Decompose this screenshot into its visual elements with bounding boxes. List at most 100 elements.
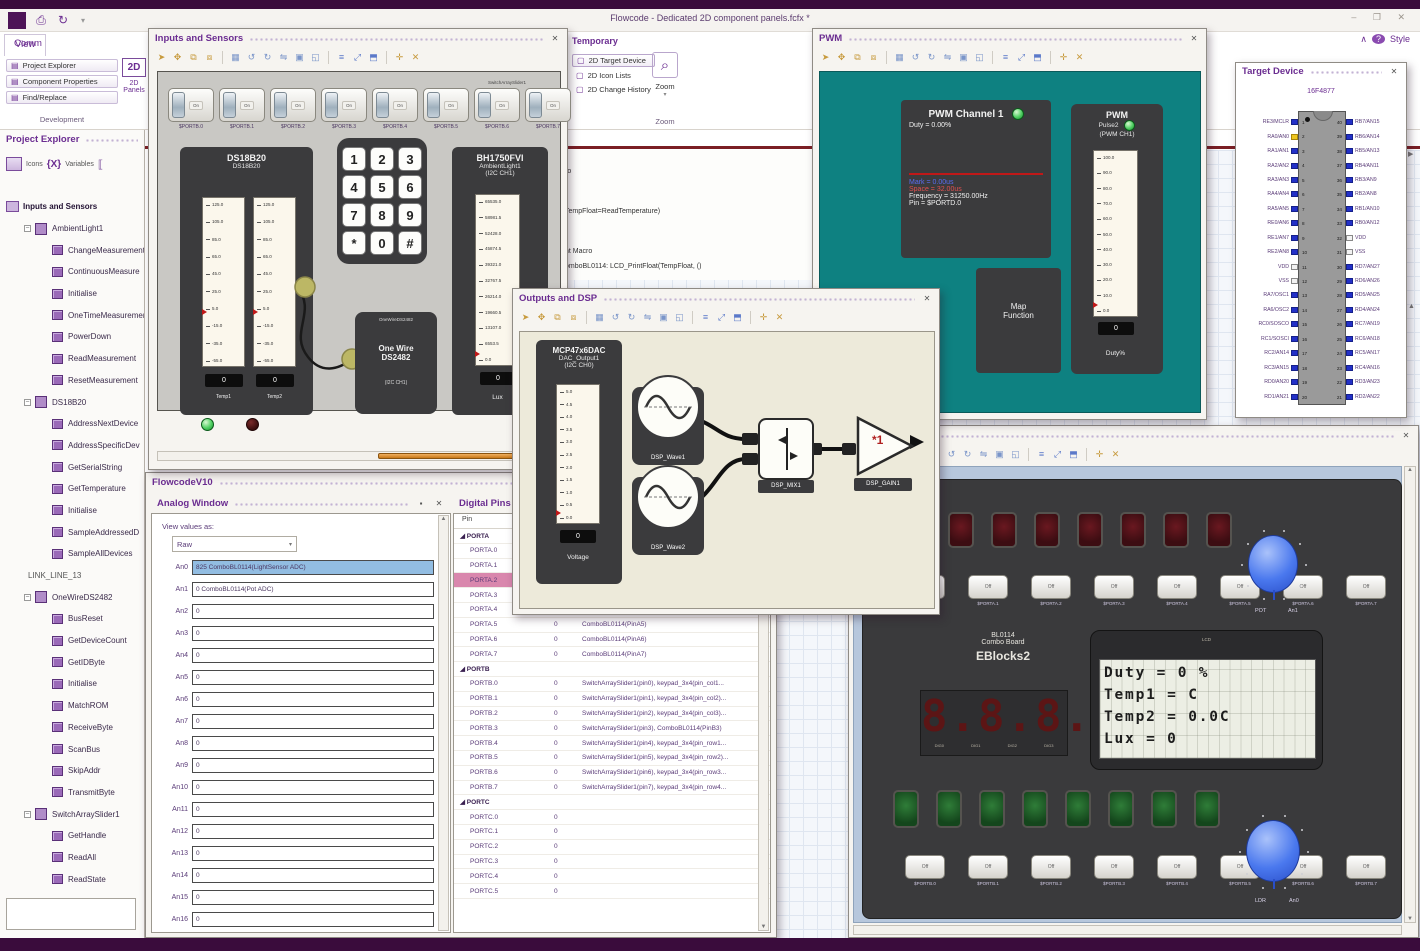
pot-knob[interactable] (1241, 529, 1307, 601)
collapse-ribbon-icon[interactable]: ∧ (1360, 34, 1367, 44)
board-button--portb-3[interactable]: Off (1094, 855, 1134, 879)
digital-pin-porta-5[interactable]: PORTA.5 0 ComboBL0114(PinA5) (454, 618, 770, 633)
zoom-in-icon[interactable]: ✛ (393, 51, 406, 64)
horizontal-scrollbar[interactable] (853, 925, 1402, 935)
zoom-out-icon[interactable]: ✕ (1109, 448, 1122, 461)
keypad-key-*[interactable]: * (342, 231, 366, 255)
voltage-slider[interactable]: 5.0 4.5 4.0 3.5 3.0 2.5 2.0 1.5 1.0 0.5 0.0 (556, 384, 600, 524)
keypad-key-9[interactable]: 9 (398, 203, 422, 227)
tree-item-onewireds2482[interactable]: – OneWireDS2482 (0, 586, 144, 608)
flip-icon[interactable]: ⇋ (941, 51, 954, 64)
view-option-2d-icon-lists[interactable]: ▢ 2D Icon Lists (572, 70, 655, 81)
distribute-icon[interactable]: ⤢ (1051, 448, 1064, 461)
keypad-key-1[interactable]: 1 (342, 147, 366, 171)
analog-value-an3[interactable]: 0 (192, 625, 434, 641)
digital-pin-portb-4[interactable]: PORTB.4 0 SwitchArraySlider1(pin4), keypad… (454, 736, 770, 751)
digital-group-portb[interactable]: ◢ PORTB (454, 662, 770, 677)
ungroup-icon[interactable]: ◱ (673, 311, 686, 324)
group-icon[interactable]: ▣ (293, 51, 306, 64)
tree-item-readstate[interactable]: ReadState (0, 868, 144, 890)
analog-value-an6[interactable]: 0 (192, 691, 434, 707)
rotate-left-icon[interactable]: ↺ (945, 448, 958, 461)
panels-2d-button[interactable]: 2D 2D Panels (122, 58, 146, 94)
close-icon[interactable]: ✕ (1400, 430, 1412, 442)
analog-value-an7[interactable]: 0 (192, 713, 434, 729)
tree-item-powerdown[interactable]: PowerDown (0, 326, 144, 348)
group-icon[interactable]: ▣ (957, 51, 970, 64)
tree-item-sampleaddressedd[interactable]: SampleAddressedD (0, 521, 144, 543)
digital-pin-portb-1[interactable]: PORTB.1 0 SwitchArraySlider1(pin1), keypad… (454, 692, 770, 707)
rotate-left-icon[interactable]: ↺ (609, 311, 622, 324)
digital-pin-portb-5[interactable]: PORTB.5 0 SwitchArraySlider1(pin5), keypad… (454, 751, 770, 766)
tree-item-resetmeasurement[interactable]: ResetMeasurement (0, 370, 144, 392)
scroll-up-icon[interactable]: ▲ (1408, 303, 1415, 310)
distribute-icon[interactable]: ⤢ (351, 51, 364, 64)
tree-item-samplealldevices[interactable]: SampleAllDevices (0, 543, 144, 565)
analog-value-an15[interactable]: 0 (192, 889, 434, 905)
digital-pin-portc-4[interactable]: PORTC.4 0 (454, 869, 770, 885)
tree-item-link-line-13[interactable]: LINK_LINE_13 (0, 565, 144, 587)
scroll-up-icon[interactable]: ▲ (1405, 467, 1415, 473)
keypad-key-#[interactable]: # (398, 231, 422, 255)
help-icon[interactable]: ? (1371, 34, 1385, 44)
tree-item-matchrom[interactable]: MatchROM (0, 695, 144, 717)
digital-pin-portc-0[interactable]: PORTC.0 0 (454, 810, 770, 825)
analog-value-an5[interactable]: 0 (192, 669, 434, 685)
analog-value-an13[interactable]: 0 (192, 845, 434, 861)
scroll-right-icon[interactable]: ▶ (1408, 150, 1413, 158)
board-button--portb-0[interactable]: Off (905, 855, 945, 879)
duty-slider[interactable]: 100.0 90.0 80.0 70.0 60.0 50.0 40.0 30.0 20.0 10.… (1093, 150, 1138, 317)
analog-value-an8[interactable]: 0 (192, 735, 434, 751)
digital-pin-porta-7[interactable]: PORTA.7 0 ComboBL0114(PinA7) (454, 647, 770, 663)
board-button--portb-2[interactable]: Off (1031, 855, 1071, 879)
tree-item-gettemperature[interactable]: GetTemperature (0, 478, 144, 500)
rotate-left-icon[interactable]: ↺ (245, 51, 258, 64)
flip-icon[interactable]: ⇋ (977, 448, 990, 461)
keypad-key-8[interactable]: 8 (370, 203, 394, 227)
switch--portb-6[interactable]: On (474, 88, 520, 122)
keypad-key-6[interactable]: 6 (398, 175, 422, 199)
digital-pin-porta-6[interactable]: PORTA.6 0 ComboBL0114(PinA6) (454, 633, 770, 648)
digital-pin-portb-0[interactable]: PORTB.0 0 SwitchArraySlider1(pin0), keypad… (454, 677, 770, 692)
tree-item-readall[interactable]: ReadAll (0, 847, 144, 869)
new-component-icon[interactable]: ▦ (229, 51, 242, 64)
scroll-down-icon[interactable]: ▼ (759, 924, 768, 930)
zoom-in-icon[interactable]: ✛ (1057, 51, 1070, 64)
digital-pin-portc-5[interactable]: PORTC.5 0 (454, 884, 770, 899)
keypad-key-0[interactable]: 0 (370, 231, 394, 255)
scroll-down-icon[interactable]: ▼ (1405, 916, 1415, 922)
tree-item-ambientlight1[interactable]: – AmbientLight1 (0, 218, 144, 240)
analog-value-an10[interactable]: 0 (192, 779, 434, 795)
temp2-slider[interactable]: 125.0 105.0 85.0 65.0 45.0 25.0 5.0 -15.0 -35.0-… (253, 197, 296, 367)
select-icon[interactable]: ➤ (519, 311, 532, 324)
flip-icon[interactable]: ⇋ (277, 51, 290, 64)
close-icon[interactable]: ✕ (1388, 66, 1400, 78)
tree-item-getserialstring[interactable]: GetSerialString (0, 456, 144, 478)
style-menu[interactable]: Style (1390, 34, 1410, 44)
tree-item-switcharrayslider1[interactable]: – SwitchArraySlider1 (0, 803, 144, 825)
tree-item-initialise[interactable]: Initialise (0, 283, 144, 305)
close-icon[interactable]: ✕ (1188, 33, 1200, 45)
analog-value-an14[interactable]: 0 (192, 867, 434, 883)
new-component-icon[interactable]: ▦ (893, 51, 906, 64)
new-component-icon[interactable]: ▦ (593, 311, 606, 324)
board-button--porta-7[interactable]: Off (1346, 575, 1386, 599)
rotate-right-icon[interactable]: ↻ (261, 51, 274, 64)
tree-item-ds18b20[interactable]: – DS18B20 (0, 391, 144, 413)
tree-item-receivebyte[interactable]: ReceiveByte (0, 717, 144, 739)
align-icon[interactable]: ≡ (699, 311, 712, 324)
close-icon[interactable]: ✕ (433, 498, 445, 510)
ribbon-button-component-properties[interactable]: ▤ Component Properties (6, 75, 118, 88)
tree-item-readmeasurement[interactable]: ReadMeasurement (0, 348, 144, 370)
paste-icon[interactable]: ⧈ (867, 51, 880, 64)
group-icon[interactable]: ▣ (993, 448, 1006, 461)
board-button--portb-1[interactable]: Off (968, 855, 1008, 879)
tree-item-skipaddr[interactable]: SkipAddr (0, 760, 144, 782)
order-icon[interactable]: ⬒ (367, 51, 380, 64)
help-row[interactable]: ∧ ? Style (1360, 34, 1410, 45)
close-icon[interactable]: ✕ (549, 33, 561, 45)
zoom-in-icon[interactable]: ✛ (1093, 448, 1106, 461)
board-button--porta-3[interactable]: Off (1094, 575, 1134, 599)
keypad-key-4[interactable]: 4 (342, 175, 366, 199)
ldr-knob[interactable] (1239, 814, 1309, 890)
